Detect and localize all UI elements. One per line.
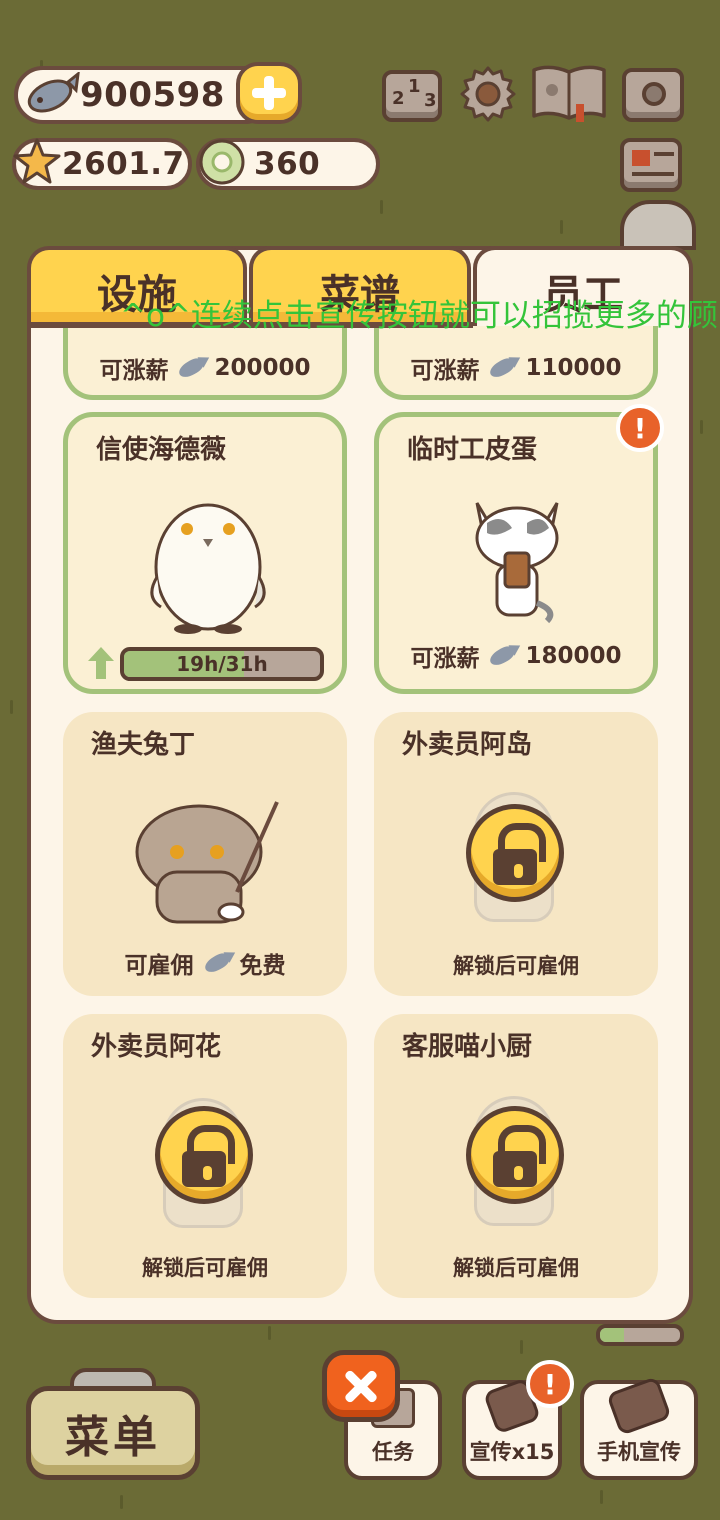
- lock-icon: [466, 1106, 564, 1204]
- staff-card-adao[interactable]: 外卖员阿岛 解锁后可雇佣: [374, 712, 658, 996]
- fish-icon: [27, 72, 80, 113]
- task-label: 任务: [372, 1440, 414, 1464]
- star-icon: [13, 138, 61, 184]
- level-progress-bar: [596, 1324, 684, 1346]
- lock-icon: [466, 804, 564, 902]
- upgrade-progress-bar: 19h/31h: [120, 647, 324, 681]
- newspaper-icon[interactable]: [620, 138, 682, 192]
- staff-name: 客服喵小厨: [402, 1032, 533, 1062]
- phone-promote-label: 手机宣传: [597, 1440, 681, 1464]
- hint-toast: ^o^连续点击宣传按钮就可以招揽更多的顾: [120, 298, 718, 334]
- coin-currency-bar: 360: [196, 138, 380, 190]
- fish-icon: [487, 643, 518, 669]
- staff-card-ahua[interactable]: 外卖员阿花 解锁后可雇佣: [63, 1014, 347, 1298]
- upgrade-progress-text: 19h/31h: [176, 652, 268, 676]
- locked-label: 解锁后可雇佣: [142, 1256, 268, 1280]
- fisher-cat-illustration: [135, 801, 279, 924]
- promote-label: 宣传x15: [469, 1440, 555, 1464]
- chef-cat-peek: [620, 200, 696, 250]
- close-button[interactable]: [322, 1350, 400, 1422]
- phone-poster-icon: [606, 1376, 672, 1436]
- lock-icon: [155, 1106, 253, 1204]
- staff-name: 信使海德薇: [96, 435, 227, 465]
- raise-label: 可涨薪: [410, 646, 480, 672]
- alert-mark: !: [633, 411, 647, 445]
- gear-icon[interactable]: [458, 64, 518, 124]
- cat-with-drink-illustration: [475, 502, 559, 624]
- staff-card-xiaochu[interactable]: 客服喵小厨 解锁后可雇佣: [374, 1014, 658, 1298]
- staff-name: 外卖员阿花: [91, 1032, 222, 1062]
- alert-icon: !: [616, 404, 664, 452]
- staff-panel: 可涨薪 200000 可涨薪 110000 信使海德薇 19h/31h 临时工皮…: [27, 246, 693, 1324]
- menu-button[interactable]: 菜单: [26, 1386, 200, 1480]
- raise-cost: 180000: [525, 643, 622, 669]
- staff-name: 渔夫兔丁: [91, 730, 196, 760]
- alert-mark: !: [543, 1367, 557, 1401]
- upgrade-arrow-icon: [88, 647, 114, 679]
- camera-icon[interactable]: [622, 68, 684, 122]
- alert-icon: !: [526, 1360, 574, 1408]
- fish-icon: [176, 355, 207, 381]
- raise-label: 可涨薪: [410, 358, 480, 384]
- ranking-icon[interactable]: 2 1 3: [382, 70, 442, 122]
- fish-currency-bar: 900598: [14, 66, 274, 124]
- staff-card-tuding[interactable]: 渔夫兔丁 可雇佣 免费: [63, 712, 347, 996]
- staff-name: 外卖员阿岛: [402, 730, 533, 760]
- staff-name: 临时工皮蛋: [407, 435, 538, 465]
- star-amount: 2601.7: [62, 146, 185, 182]
- raise-cost: 110000: [525, 355, 622, 381]
- coin-amount: 360: [254, 146, 321, 182]
- raise-label: 可涨薪: [99, 358, 169, 384]
- fish-icon: [201, 950, 232, 976]
- staff-card-hedwig[interactable]: 信使海德薇 19h/31h: [63, 412, 347, 694]
- locked-label: 解锁后可雇佣: [453, 954, 579, 978]
- raise-cost: 200000: [214, 355, 311, 381]
- locked-label: 解锁后可雇佣: [453, 1256, 579, 1280]
- hire-label: 可雇佣: [124, 953, 194, 979]
- coin-icon: [199, 139, 245, 185]
- book-icon[interactable]: [530, 62, 608, 124]
- fish-amount: 900598: [80, 75, 225, 115]
- phone-promote-button[interactable]: 手机宣传: [580, 1376, 698, 1480]
- add-fish-button[interactable]: [236, 62, 302, 124]
- owl-illustration: [150, 503, 266, 634]
- fish-icon: [487, 355, 518, 381]
- hire-cost: 免费: [239, 953, 286, 979]
- star-currency-bar: 2601.7: [12, 138, 192, 190]
- menu-label: 菜单: [65, 1412, 161, 1463]
- staff-card-pidan[interactable]: 临时工皮蛋 可涨薪 180000: [374, 412, 658, 694]
